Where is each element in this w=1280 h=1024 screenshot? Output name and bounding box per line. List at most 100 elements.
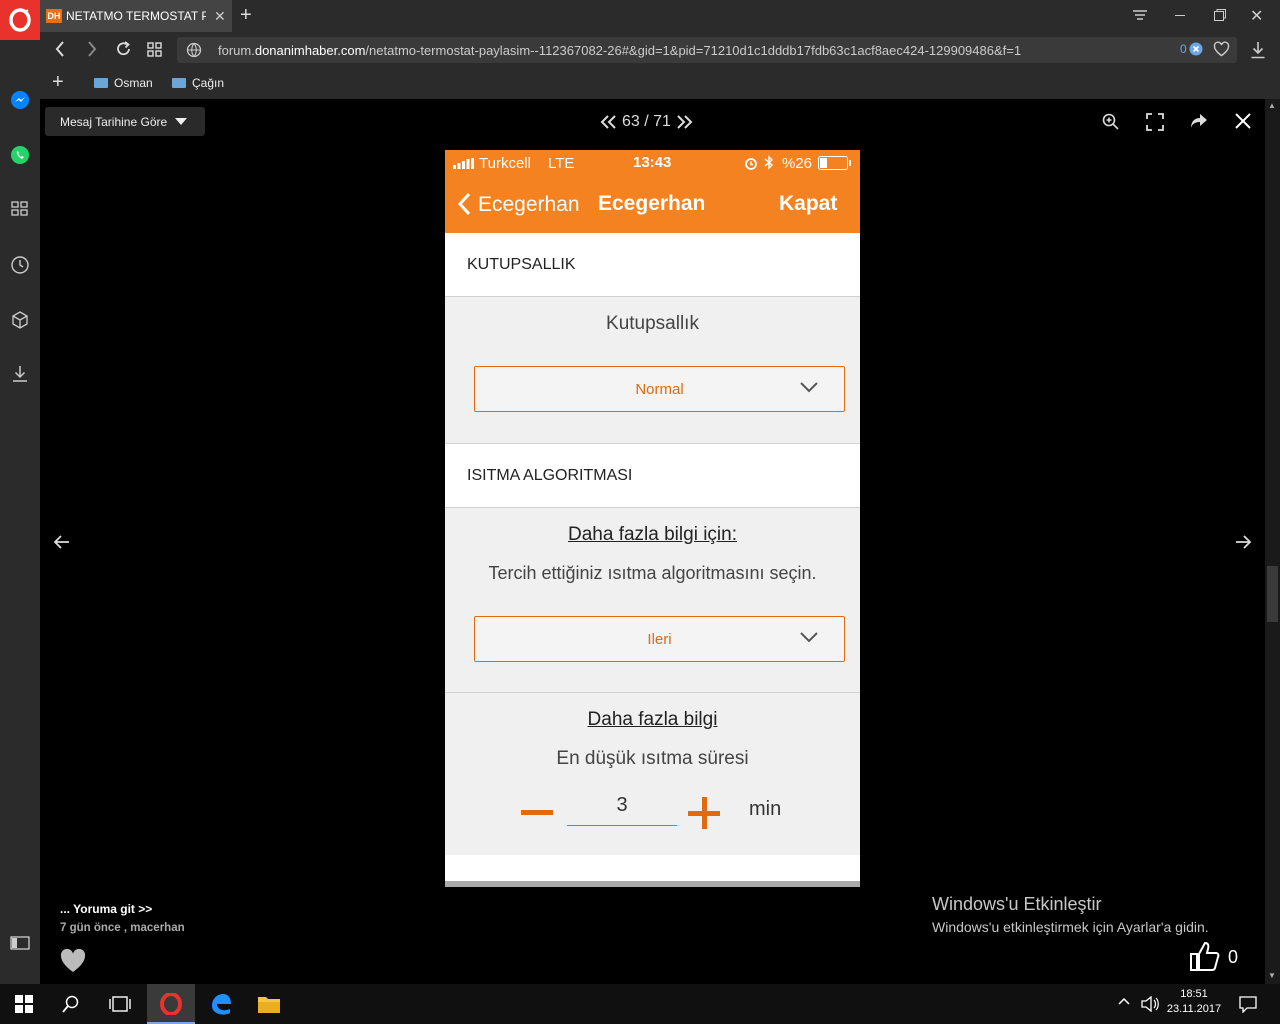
speed-dial-icon[interactable] [147,42,163,58]
extensions-cube-icon[interactable] [10,310,30,330]
tray-expand-icon[interactable] [1118,997,1130,1005]
downloads-sidebar-icon[interactable] [10,364,30,384]
polarity-value: Normal [635,380,684,398]
tab-close-icon[interactable]: ✕ [214,8,226,25]
fullscreen-icon[interactable] [1146,113,1164,131]
phone-time: 13:43 [633,154,672,171]
bookmarks-bar [40,68,1280,99]
image-pager: 63 / 71 [600,113,693,131]
adblock-count: 0 [1180,42,1187,56]
task-view-icon[interactable] [109,996,131,1012]
edge-icon[interactable] [209,992,233,1016]
clock[interactable]: 18:51 23.11.2017 [1166,988,1222,1015]
minus-icon[interactable] [521,810,553,816]
watermark-subtitle: Windows'u etkinleştirmek için Ayarlar'a … [932,919,1209,935]
volume-icon[interactable] [1141,996,1159,1012]
action-center-icon[interactable] [1239,996,1257,1013]
previous-image-arrow-icon[interactable] [53,534,71,550]
network-type: LTE [548,155,575,172]
thumbs-up-icon[interactable] [1188,940,1220,972]
opera-logo-icon [9,8,31,32]
taskbar-opera-button[interactable] [147,984,195,1024]
scrollbar-thumb[interactable] [1267,566,1278,622]
polarity-select[interactable]: Normal [474,366,845,412]
min-heat-value: 3 [616,794,628,816]
phone-status-bar: Turkcell LTE 13:43 %26 [445,150,860,176]
phone-nav-title: Ecegerhan [598,192,706,215]
windows-start-icon[interactable] [15,995,33,1013]
sort-label: Mesaj Tarihine Göre [60,114,168,129]
comment-meta: 7 gün önce , macerhan [60,922,185,934]
close-window-button[interactable]: ✕ [1250,6,1263,26]
heart-like-icon[interactable] [59,948,87,974]
share-icon[interactable] [1190,113,1208,129]
whatsapp-icon[interactable] [10,145,30,165]
plus-icon[interactable] [688,797,720,829]
caret-down-icon [175,117,188,125]
close-viewer-icon[interactable] [1234,112,1252,130]
zoom-icon[interactable] [1102,113,1120,131]
phone-back-button[interactable]: Ecegerhan [478,193,580,217]
new-tab-button[interactable]: + [240,4,252,27]
site-info-icon[interactable] [186,42,202,58]
min-heat-input[interactable]: 3 [567,788,677,826]
url-path: /netatmo-termostat-paylasim--112367082-2… [365,43,1022,58]
scroll-down-icon[interactable]: ▼ [1268,971,1276,980]
clock-date: 23.11.2017 [1166,1003,1222,1015]
next-image-arrow-icon[interactable] [1234,534,1252,550]
tab-title: NETATMO TERMOSTAT PAYLAŞIM [66,9,206,23]
browser-tab[interactable]: DH NETATMO TERMOSTAT PAYLAŞIM ✕ [40,0,232,32]
file-explorer-icon[interactable] [257,994,281,1014]
tab-menu-icon[interactable] [1132,8,1148,22]
like-count: 0 [1228,947,1239,967]
search-icon[interactable] [62,995,80,1013]
next-page-icon[interactable] [675,114,693,130]
polarity-block: Kutupsallık Normal [445,297,860,444]
tab-favicon-icon: DH [46,9,62,23]
history-clock-icon[interactable] [10,255,30,275]
bookmark-folder-cagin[interactable]: Çağın [172,76,224,90]
back-button[interactable] [54,40,66,58]
bookmark-folder-osman[interactable]: Osman [94,76,153,90]
min-heat-unit: min [749,798,782,820]
bookmark-heart-icon[interactable] [1213,41,1230,57]
carrier-name: Turkcell [479,155,531,172]
adblock-shield-icon [1189,42,1203,56]
phone-nav-bar: Ecegerhan Ecegerhan Kapat [445,176,860,233]
messenger-icon[interactable] [10,90,30,110]
restore-button[interactable] [1214,9,1226,21]
bookmark-label: Çağın [192,76,225,90]
goto-comment-link[interactable]: ... Yoruma git >> [60,902,185,916]
phone-bottom-spacer [445,855,860,881]
opera-sidebar [0,40,40,984]
activation-watermark: Windows'u Etkinleştir Windows'u etkinleş… [932,894,1209,935]
phone-screenshot: Turkcell LTE 13:43 %26 Ecegerhan Ecegerh… [445,150,860,887]
polarity-section-title: KUTUPSALLIK [467,255,576,273]
chevron-down-icon [800,632,818,643]
battery-icon [818,156,851,170]
url-domain: donanimhaber.com [254,43,366,58]
sort-dropdown[interactable]: Mesaj Tarihine Göre [45,107,205,136]
alarm-icon [745,158,757,170]
min-heat-label: En düşük ısıtma süresi [556,748,749,769]
phone-close-button[interactable]: Kapat [779,192,837,216]
sidebar-toggle-icon[interactable] [10,936,30,950]
forward-button[interactable] [86,40,98,58]
downloads-icon[interactable] [1250,41,1266,59]
more-info-link[interactable]: Daha fazla bilgi için: [445,524,860,546]
scroll-up-icon[interactable]: ▲ [1268,101,1276,110]
bookmark-label: Osman [114,76,153,90]
back-chevron-icon[interactable] [457,192,471,216]
speed-dial-sidebar-icon[interactable] [11,201,29,217]
reload-icon[interactable] [116,40,132,58]
page-scrollbar[interactable] [1265,99,1280,984]
minimize-button[interactable] [1175,15,1185,16]
min-heat-block: Daha fazla bilgi En düşük ısıtma süresi … [445,693,860,855]
more-info-link-2[interactable]: Daha fazla bilgi [445,709,860,731]
previous-page-icon[interactable] [600,114,618,130]
algorithm-select[interactable]: Ileri [474,616,845,662]
opera-menu-button[interactable] [0,0,40,40]
add-bookmark-icon[interactable]: + [52,71,64,94]
adblock-badge[interactable]: 0 [1180,42,1203,56]
signal-icon [453,158,474,169]
